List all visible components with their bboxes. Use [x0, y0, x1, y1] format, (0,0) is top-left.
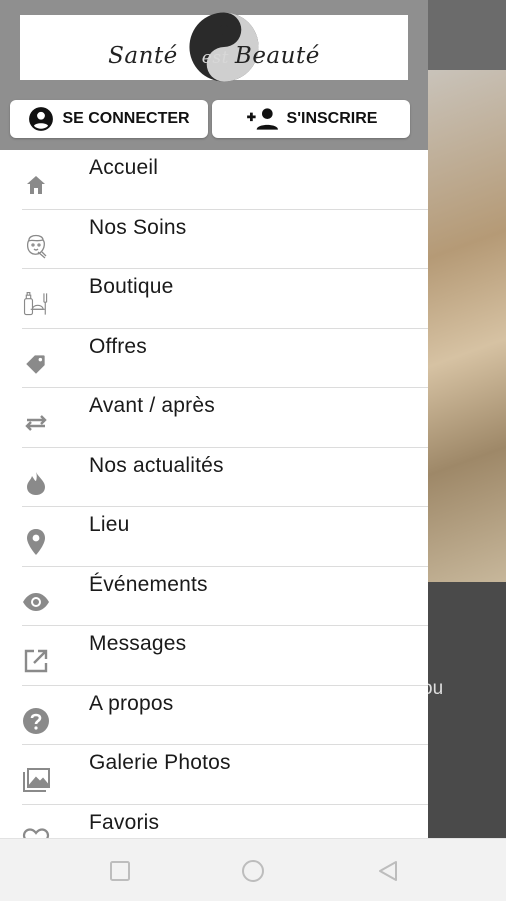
flame-icon	[21, 468, 51, 498]
person-add-icon	[246, 108, 278, 130]
background-photo	[428, 70, 506, 582]
logo-word-left: Santé	[108, 43, 178, 69]
menu-item-label: A propos	[89, 691, 174, 715]
system-navigation-bar	[0, 838, 506, 901]
menu-item-label: Nos Soins	[89, 215, 187, 239]
menu-item-accueil[interactable]: Accueil	[0, 150, 428, 210]
home-icon	[21, 170, 51, 200]
logo-word-mid: est	[201, 48, 229, 68]
help-icon	[21, 706, 51, 736]
shop-icon	[21, 289, 51, 319]
menu-item-galerie-photos[interactable]: Galerie Photos	[0, 745, 428, 805]
heart-icon	[21, 825, 51, 838]
background-panel	[428, 582, 506, 838]
drawer-header: Santé est Beauté SE CONNECTER S'INSCRIRE	[0, 0, 428, 150]
menu-item-nos-actualites[interactable]: Nos actualités	[0, 448, 428, 507]
menu-item-a-propos[interactable]: A propos	[0, 686, 428, 745]
menu-item-label: Favoris	[89, 810, 160, 834]
menu-item-label: Messages	[89, 632, 187, 655]
login-button[interactable]: SE CONNECTER	[10, 100, 208, 138]
back-triangle-icon[interactable]	[376, 859, 400, 883]
menu-item-label: Avant / après	[89, 394, 215, 417]
tag-icon	[21, 349, 51, 379]
menu-list: Accueil Nos Soins Boutique Offres Avant …	[0, 150, 428, 838]
menu-item-label: Accueil	[89, 156, 159, 179]
menu-item-label: Galerie Photos	[89, 751, 231, 774]
face-care-icon	[21, 230, 51, 260]
account-circle-icon	[29, 107, 54, 131]
register-label: S'INSCRIRE	[286, 110, 378, 127]
menu-item-label: Offres	[89, 334, 147, 358]
logo-text: Santé est Beauté	[20, 43, 408, 69]
logo-word-right: Beauté	[234, 43, 320, 69]
background-toolbar	[428, 0, 506, 70]
home-circle-icon[interactable]	[241, 859, 265, 883]
menu-item-label: Lieu	[89, 513, 130, 536]
logo: Santé est Beauté	[20, 12, 408, 82]
recents-square-icon[interactable]	[108, 859, 132, 883]
menu-item-favoris[interactable]: Favoris	[0, 805, 428, 838]
location-pin-icon	[21, 527, 51, 557]
photo-gallery-icon	[21, 765, 51, 795]
menu-item-lieu[interactable]: Lieu	[0, 507, 428, 567]
menu-item-avant-apres[interactable]: Avant / après	[0, 388, 428, 448]
menu-item-label: Événements	[89, 572, 208, 596]
menu-item-label: Boutique	[89, 275, 174, 298]
menu-item-evenements[interactable]: Événements	[0, 567, 428, 626]
menu-item-label: Nos actualités	[89, 453, 224, 477]
menu-item-offres[interactable]: Offres	[0, 329, 428, 388]
menu-item-boutique[interactable]: Boutique	[0, 269, 428, 329]
external-link-icon	[21, 646, 51, 676]
eye-icon	[21, 587, 51, 617]
menu-item-messages[interactable]: Messages	[0, 626, 428, 686]
navigation-drawer: Santé estBeauté SE CONNECTER S'INSCRIRE	[0, 0, 428, 838]
register-button[interactable]: S'INSCRIRE	[212, 100, 410, 138]
swap-icon	[21, 408, 51, 438]
login-label: SE CONNECTER	[62, 110, 190, 127]
menu-item-nos-soins[interactable]: Nos Soins	[0, 210, 428, 269]
